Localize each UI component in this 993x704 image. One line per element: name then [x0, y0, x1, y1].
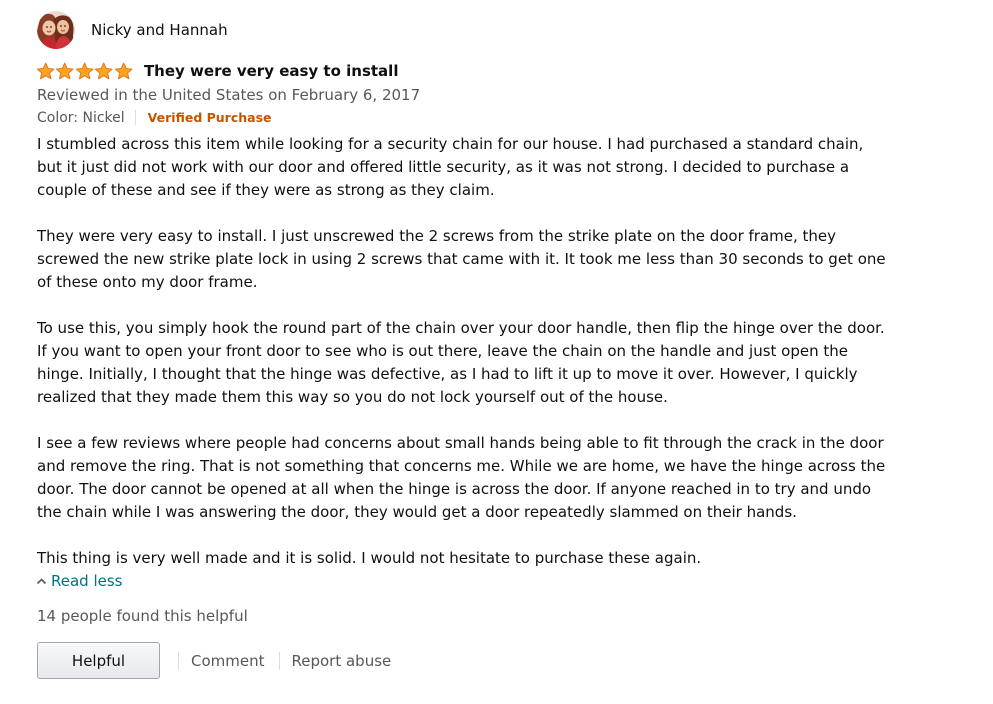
review-date: Reviewed in the United States on Februar… [37, 86, 421, 104]
verified-purchase-badge[interactable]: Verified Purchase [148, 110, 272, 125]
review-title-row: They were very easy to install [36, 61, 887, 81]
review-paragraph: I see a few reviews where people had con… [37, 434, 886, 521]
review-title[interactable]: They were very easy to install [144, 62, 399, 80]
review-actions: Helpful Comment Report abuse [37, 641, 887, 680]
review-card: Nicky and Hannah They were very easy to … [36, 10, 887, 680]
star-icon [36, 62, 55, 80]
reviewer-name[interactable]: Nicky and Hannah [91, 21, 228, 39]
reviewer-profile[interactable]: Nicky and Hannah [37, 10, 887, 50]
report-abuse-link[interactable]: Report abuse [292, 652, 392, 670]
review-paragraph: This thing is very well made and it is s… [37, 549, 702, 567]
color-variant[interactable]: Color: Nickel [37, 110, 125, 126]
read-less-link[interactable]: Read less [36, 570, 887, 592]
helpful-count: 14 people found this helpful [37, 607, 248, 625]
review-meta: Color: Nickel Verified Purchase [37, 106, 887, 129]
divider [134, 110, 136, 125]
review-paragraph: To use this, you simply hook the round p… [37, 319, 885, 406]
read-less-label: Read less [51, 572, 123, 590]
star-icon [56, 62, 74, 80]
chevron-up-icon [36, 578, 47, 585]
review-body: I stumbled across this item while lookin… [37, 133, 887, 570]
avatar [37, 11, 75, 49]
star-icon [114, 62, 133, 80]
divider [178, 651, 179, 670]
star-icon [75, 62, 94, 80]
comment-link[interactable]: Comment [191, 652, 265, 670]
review-paragraph: They were very easy to install. I just u… [37, 227, 886, 291]
star-icon [95, 62, 113, 80]
review-paragraph: I stumbled across this item while lookin… [37, 135, 864, 199]
divider [278, 651, 280, 670]
helpful-button[interactable]: Helpful [37, 642, 160, 679]
star-rating[interactable] [36, 62, 133, 80]
